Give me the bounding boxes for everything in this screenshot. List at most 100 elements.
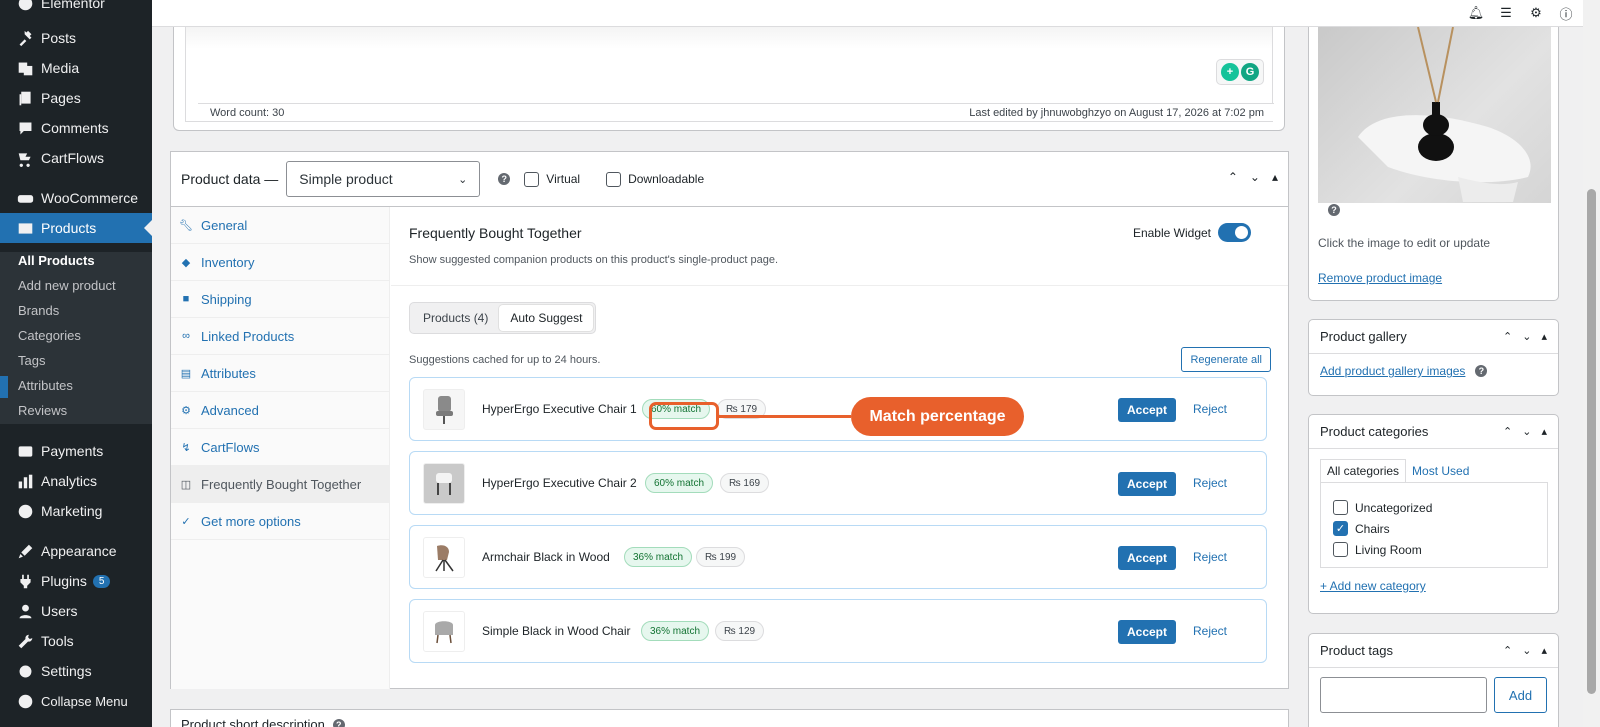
help-icon[interactable]: ? [1475,365,1488,377]
triangle-up-icon[interactable]: ▴ [1541,330,1547,343]
reject-link[interactable]: Reject [1193,476,1227,490]
chevron-up-icon[interactable]: ⌃ [1503,330,1512,343]
grammarly-widget[interactable]: + G [1216,59,1264,85]
page-scrollbar[interactable] [1583,0,1600,727]
sidebar-item-analytics[interactable]: Analytics [0,466,152,496]
triangle-up-icon[interactable]: ▴ [1272,170,1278,184]
submenu-attributes[interactable]: Attributes [0,373,152,398]
grammarly-logo-icon[interactable]: G [1241,63,1259,81]
submenu-categories[interactable]: Categories [0,323,152,348]
sidebar-item-products[interactable]: Products [0,213,152,243]
add-new-category-link[interactable]: + Add new category [1320,579,1426,593]
accept-button[interactable]: Accept [1117,620,1176,644]
checkbox-box[interactable] [606,171,622,187]
sidebar-item-settings[interactable]: Settings [0,656,152,686]
sidebar-item-marketing[interactable]: Marketing [0,496,152,526]
list-icon: ▤ [180,367,192,380]
tab-auto-suggest[interactable]: Auto Suggest [499,305,594,331]
list-view-icon[interactable]: ☰ [1498,5,1514,21]
marketing-icon [16,502,34,520]
tab-linked-products[interactable]: ∞ Linked Products [171,318,389,355]
submenu-all-products[interactable]: All Products [0,248,152,273]
category-checkbox[interactable]: ✓ [1333,521,1348,536]
sidebar-item-label: Marketing [41,503,103,519]
chevron-up-icon[interactable]: ⌃ [1228,170,1238,184]
sidebar-item-elementor[interactable]: Elementor [0,0,152,18]
chevron-up-icon[interactable]: ⌃ [1503,425,1512,438]
sidebar-item-payments[interactable]: Payments [0,436,152,466]
category-item[interactable]: Uncategorized [1333,497,1535,518]
sidebar-item-cartflows[interactable]: CartFlows [0,143,152,173]
downloadable-checkbox[interactable]: Downloadable [606,171,704,187]
triangle-up-icon[interactable]: ▴ [1541,425,1547,438]
category-item[interactable]: ✓ Chairs [1333,518,1535,539]
sidebar-item-appearance[interactable]: Appearance [0,536,152,566]
regenerate-all-button[interactable]: Regenerate all [1181,347,1271,372]
image-help-text: Click the image to edit or update [1318,236,1491,250]
add-gallery-images-link[interactable]: Add product gallery images [1320,364,1465,378]
sidebar-item-pages[interactable]: Pages [0,83,152,113]
enable-widget-toggle[interactable] [1218,223,1251,242]
help-icon[interactable]: ? [1328,204,1340,216]
submenu-brands[interactable]: Brands [0,298,152,323]
notification-bell-icon[interactable]: 🔔︎ [1468,5,1485,21]
help-icon[interactable]: ? [332,719,345,727]
tab-shipping[interactable]: ■ Shipping [171,281,389,318]
accept-button[interactable]: Accept [1117,398,1176,422]
submenu-tags[interactable]: Tags [0,348,152,373]
grammarly-suggestion-icon[interactable]: + [1221,63,1239,81]
short-description-title: Product short description [181,717,325,727]
tab-attributes[interactable]: ▤ Attributes [171,355,389,392]
category-item[interactable]: Living Room [1333,539,1535,560]
sidebar-item-tools[interactable]: Tools [0,626,152,656]
remove-image-link[interactable]: Remove product image [1318,271,1442,285]
reject-link[interactable]: Reject [1193,624,1227,638]
tab-cartflows[interactable]: ↯ CartFlows [171,429,389,466]
match-badge: 60% match [645,473,714,493]
editor-textarea[interactable]: + G Word count: 30 Last edited by jhnuwo… [185,27,1274,122]
category-checkbox[interactable] [1333,500,1348,515]
tag-input[interactable] [1320,677,1487,713]
help-icon[interactable]: ⓘ [1558,5,1574,22]
chevron-down-icon[interactable]: ⌄ [1522,330,1531,343]
accept-button[interactable]: Accept [1117,472,1176,496]
tab-advanced[interactable]: ⚙ Advanced [171,392,389,429]
scrollbar-thumb[interactable] [1587,189,1596,694]
sidebar-item-label: Users [41,603,78,619]
sidebar-item-media[interactable]: Media [0,53,152,83]
tab-all-categories[interactable]: All categories [1320,459,1407,483]
gear-icon[interactable]: ⚙ [1528,5,1544,21]
accept-button[interactable]: Accept [1117,546,1176,570]
reject-link[interactable]: Reject [1193,550,1227,564]
tab-get-more-options[interactable]: ✓ Get more options [171,503,389,540]
triangle-up-icon[interactable]: ▴ [1541,644,1547,657]
chevron-down-icon[interactable]: ⌄ [1522,425,1531,438]
chevron-down-icon[interactable]: ⌄ [1250,170,1260,184]
add-tag-button[interactable]: Add [1494,677,1547,713]
reject-link[interactable]: Reject [1193,402,1227,416]
tab-frequently-bought-together[interactable]: ◫ Frequently Bought Together [171,466,389,503]
help-icon[interactable]: ? [498,173,511,185]
checkbox-box[interactable] [524,171,540,187]
virtual-checkbox[interactable]: Virtual [524,171,580,187]
tab-products[interactable]: Products (4) [412,305,499,331]
submenu-add-new-product[interactable]: Add new product [0,273,152,298]
product-image[interactable] [1318,27,1551,203]
tab-inventory[interactable]: ◆ Inventory [171,244,389,281]
product-type-select[interactable]: Simple product ⌄ [286,161,481,197]
sidebar-item-collapse-menu[interactable]: Collapse Menu [0,686,152,716]
sidebar-item-posts[interactable]: Posts [0,23,152,53]
sidebar-item-users[interactable]: Users [0,596,152,626]
chevron-down-icon[interactable]: ⌄ [1522,644,1531,657]
sidebar-item-plugins[interactable]: Plugins 5 [0,566,152,596]
tab-general[interactable]: 🔧︎ General [171,207,389,244]
product-image-box: ? Click the image to edit or update Remo… [1308,27,1559,301]
fbt-title: Frequently Bought Together [409,225,582,241]
tab-label: Shipping [201,291,252,307]
category-checkbox[interactable] [1333,542,1348,557]
tab-most-used[interactable]: Most Used [1406,459,1475,483]
sidebar-item-comments[interactable]: Comments [0,113,152,143]
sidebar-item-woocommerce[interactable]: WooCommerce [0,183,152,213]
submenu-reviews[interactable]: Reviews [0,398,152,423]
chevron-up-icon[interactable]: ⌃ [1503,644,1512,657]
